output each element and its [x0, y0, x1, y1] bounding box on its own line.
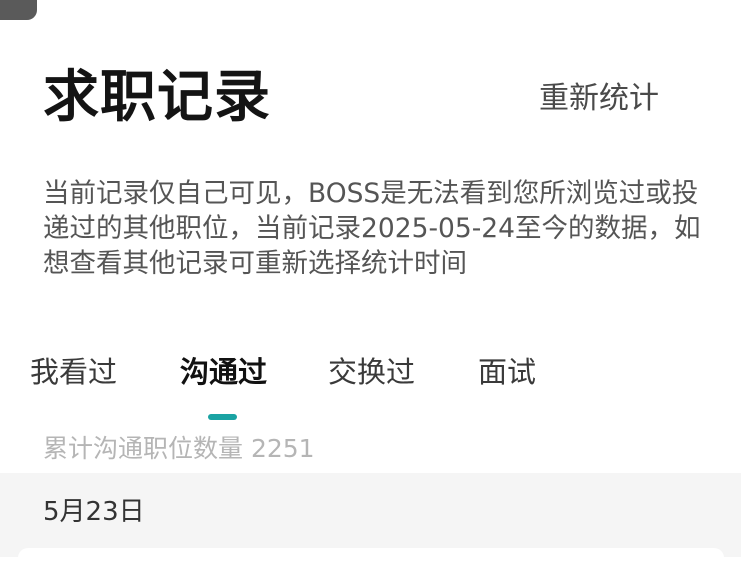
tab-communicated[interactable]: 沟通过 [180, 352, 267, 392]
privacy-notice: 当前记录仅自己可见，BOSS是无法看到您所浏览过或投递过的其他职位，当前记录20… [43, 178, 701, 279]
active-tab-indicator [208, 414, 237, 420]
page-title: 求职记录 [43, 65, 271, 130]
date-header: 5月23日 [43, 497, 145, 527]
record-tabs: 我看过 沟通过 交换过 面试 [0, 352, 741, 400]
recount-button[interactable]: 重新统计 [539, 80, 659, 118]
list-item[interactable] [18, 548, 724, 568]
tab-interview[interactable]: 面试 [478, 352, 536, 392]
status-corner [0, 0, 37, 20]
tab-exchanged[interactable]: 交换过 [328, 352, 415, 392]
cumulative-count: 累计沟通职位数量 2251 [43, 434, 315, 463]
tab-viewed[interactable]: 我看过 [30, 352, 117, 392]
